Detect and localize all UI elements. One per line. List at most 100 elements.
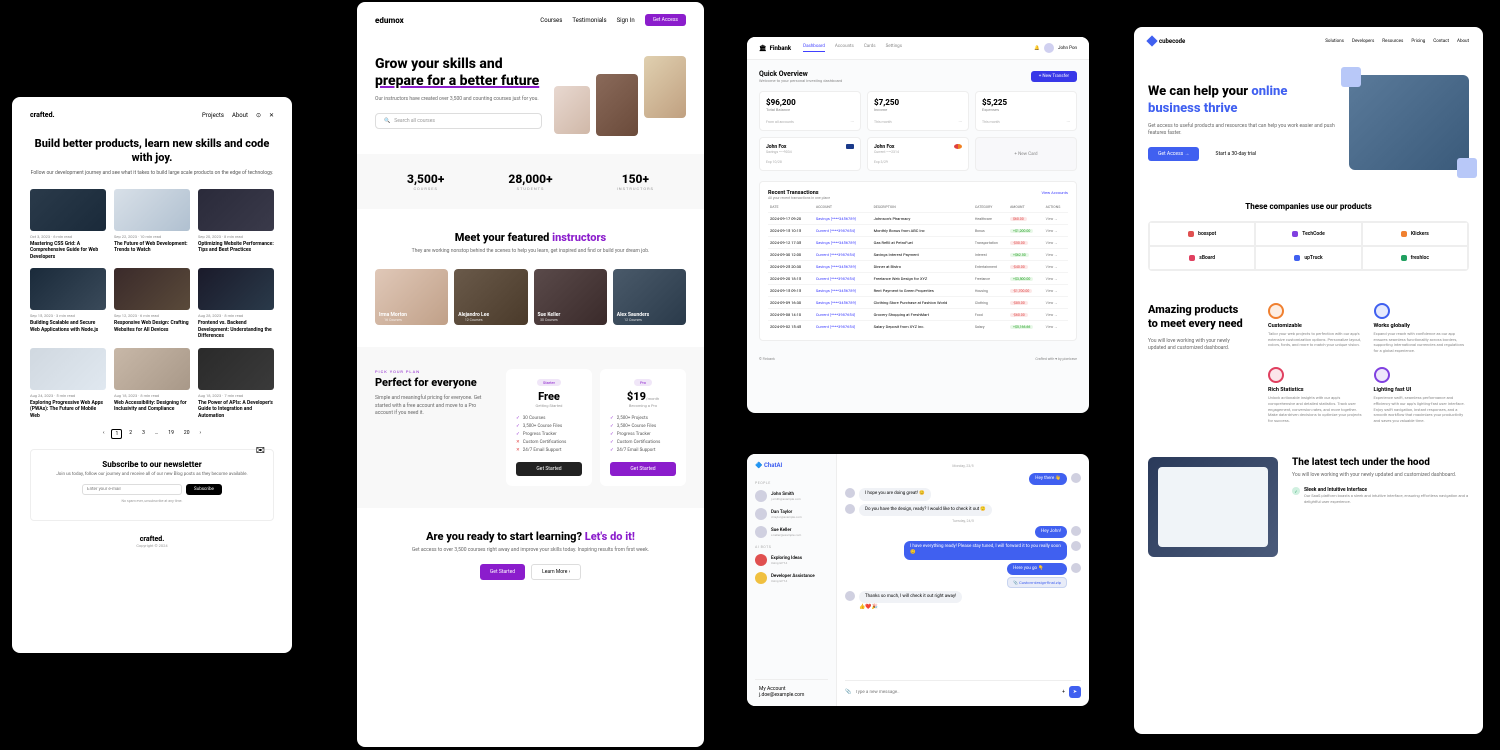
email-input[interactable] bbox=[82, 484, 182, 495]
nav-testimonials[interactable]: Testimonials bbox=[572, 17, 606, 24]
attachment[interactable]: 📎 Custom-design-final.zip bbox=[1007, 577, 1067, 588]
free-plan-button[interactable]: Get Started bbox=[516, 462, 582, 476]
post-title: Responsive Web Design: Crafting Websites… bbox=[114, 320, 190, 333]
nav-projects[interactable]: Projects bbox=[202, 112, 224, 119]
nav-link[interactable]: Resources bbox=[1382, 39, 1403, 44]
search-input[interactable]: 🔍Search all courses bbox=[375, 113, 542, 129]
nav-courses[interactable]: Courses bbox=[540, 17, 562, 24]
nav-link[interactable]: Contact bbox=[1433, 39, 1449, 44]
instructors-sub: They are working nonstop behind the scen… bbox=[375, 248, 686, 255]
nav-signin[interactable]: Sign In bbox=[617, 17, 635, 24]
new-card-button[interactable]: + New Card bbox=[975, 137, 1077, 171]
message: Do you have the design, ready? I would l… bbox=[845, 504, 1022, 516]
tab-settings[interactable]: Settings bbox=[886, 44, 902, 52]
subscribe-button[interactable]: Subscribe bbox=[186, 484, 222, 495]
instructor-card[interactable]: Alex Saunders12 Courses bbox=[613, 269, 686, 325]
blog-post[interactable]: Aug 18, 2023 · 8 min readWeb Accessibili… bbox=[114, 348, 190, 420]
newsletter-desc: Join us today, follow our journey and re… bbox=[41, 472, 263, 478]
page-link[interactable]: 2 bbox=[126, 429, 135, 439]
attach-icon[interactable]: 📎 bbox=[845, 689, 851, 695]
blog-post[interactable]: Aug 24, 2023 · 5 min readExploring Progr… bbox=[30, 348, 106, 420]
get-access-button[interactable]: Get Access → bbox=[1148, 147, 1199, 161]
edumax-logo[interactable]: edumox bbox=[375, 16, 404, 25]
blog-post[interactable]: Sep 20, 2023 · 8 min readOptimizing Webs… bbox=[198, 189, 274, 261]
table-row: 2024-09-20 18:15Current (****3987654)Fre… bbox=[768, 273, 1068, 285]
message: Thanks so much, I will check it out righ… bbox=[845, 591, 1022, 610]
view-link[interactable]: View → bbox=[1044, 249, 1068, 261]
chat-logo[interactable]: 🔷 ChatAI bbox=[755, 462, 828, 469]
nav-link[interactable]: Pricing bbox=[1411, 39, 1425, 44]
reactions[interactable]: 👍❤️🎉 bbox=[859, 604, 962, 610]
user-menu[interactable]: 🔔John Pon bbox=[1034, 43, 1077, 53]
post-meta: Oct 3, 2023 · 6 min read bbox=[30, 234, 106, 239]
cta-primary-button[interactable]: Get Started bbox=[480, 564, 525, 580]
page-link[interactable]: ‹ bbox=[100, 429, 108, 439]
plus-icon[interactable]: + bbox=[1062, 689, 1065, 695]
pro-plan: Pro $19/month Becoming a Pro ✓2,500+ Pro… bbox=[600, 369, 686, 486]
page-link[interactable]: 3 bbox=[139, 429, 148, 439]
page-link[interactable]: 20 bbox=[181, 429, 193, 439]
bell-icon[interactable]: 🔔 bbox=[1034, 46, 1040, 51]
trial-button[interactable]: Start a 30-day trial bbox=[1205, 147, 1266, 161]
tab-dashboard[interactable]: Dashboard bbox=[803, 44, 825, 52]
view-link[interactable]: View → bbox=[1044, 285, 1068, 297]
account-card[interactable]: John FoxSavings ••••9034Exp 10/28 bbox=[759, 137, 861, 171]
blog-post[interactable]: Aug 28, 2023 · 8 min readFrontend vs. Ba… bbox=[198, 268, 274, 340]
view-accounts-link[interactable]: View Accounts bbox=[1041, 190, 1068, 200]
features-title: Amazing products to meet every need bbox=[1148, 303, 1248, 332]
instructor-card[interactable]: Irma Morton16 Courses bbox=[375, 269, 448, 325]
crafted-blog-card: crafted. Projects About ⊙ ✕ Build better… bbox=[12, 97, 292, 653]
nav-link[interactable]: Solutions bbox=[1325, 39, 1344, 44]
view-link[interactable]: View → bbox=[1044, 273, 1068, 285]
view-link[interactable]: View → bbox=[1044, 237, 1068, 249]
blog-post[interactable]: Sep 22, 2023 · 10 min readThe Future of … bbox=[114, 189, 190, 261]
nav-link[interactable]: About bbox=[1457, 39, 1469, 44]
tab-accounts[interactable]: Accounts bbox=[835, 44, 854, 52]
card-brand-icon bbox=[954, 144, 962, 149]
message-input[interactable] bbox=[855, 690, 1058, 695]
instructor-card[interactable]: Alejandro Lee12 Courses bbox=[454, 269, 527, 325]
blog-post[interactable]: Aug 18, 2023 · 7 min readThe Power of AP… bbox=[198, 348, 274, 420]
github-icon[interactable]: ⊙ bbox=[256, 112, 261, 119]
view-link[interactable]: View → bbox=[1044, 321, 1068, 333]
page-link[interactable]: 1 bbox=[111, 429, 122, 439]
blog-post[interactable]: Sep 12, 2023 · 6 min readResponsive Web … bbox=[114, 268, 190, 340]
feature: CustomizableTailor your web projects to … bbox=[1268, 303, 1364, 353]
page-link[interactable]: 19 bbox=[165, 429, 177, 439]
instructors-title: Meet your featured instructors bbox=[375, 231, 686, 244]
page-link[interactable]: › bbox=[197, 429, 205, 439]
bot-item[interactable]: Developer AssistanceUsing GPT-4 bbox=[755, 569, 828, 587]
post-image bbox=[30, 189, 106, 231]
nav-link[interactable]: Developers bbox=[1352, 39, 1374, 44]
view-link[interactable]: View → bbox=[1044, 225, 1068, 237]
crafted-subtitle: Follow our development journey and see w… bbox=[30, 170, 274, 177]
person-item[interactable]: Sue Kellers.keller@example.com bbox=[755, 523, 828, 541]
crafted-logo[interactable]: crafted. bbox=[30, 111, 55, 119]
get-access-button[interactable]: Get Access bbox=[645, 14, 686, 26]
instructor-card[interactable]: Sue Keller30 Courses bbox=[534, 269, 607, 325]
post-title: Exploring Progressive Web Apps (PWAs): T… bbox=[30, 400, 106, 420]
person-item[interactable]: John Smithj.smith@example.com bbox=[755, 487, 828, 505]
my-account[interactable]: My Accountj.doe@example.com bbox=[755, 679, 828, 698]
table-row: 2024-09-15 10:15Current (****3987654)Mon… bbox=[768, 225, 1068, 237]
view-link[interactable]: View → bbox=[1044, 213, 1068, 225]
account-card[interactable]: John FoxCurrent ••••2314Exp 3/29 bbox=[867, 137, 969, 171]
person-item[interactable]: Dan Taylord.taylor@example.com bbox=[755, 505, 828, 523]
view-link[interactable]: View → bbox=[1044, 309, 1068, 321]
view-link[interactable]: View → bbox=[1044, 297, 1068, 309]
send-button[interactable]: ➤ bbox=[1069, 686, 1081, 698]
pro-plan-button[interactable]: Get Started bbox=[610, 462, 676, 476]
view-link[interactable]: View → bbox=[1044, 261, 1068, 273]
blog-post[interactable]: Sep 15, 2023 · 3 min readBuilding Scalab… bbox=[30, 268, 106, 340]
cube-logo[interactable]: cubecode bbox=[1148, 37, 1185, 45]
tab-cards[interactable]: Cards bbox=[864, 44, 876, 52]
nav-about[interactable]: About bbox=[232, 112, 248, 119]
new-transfer-button[interactable]: + New Transfer bbox=[1031, 71, 1077, 82]
finbank-logo[interactable]: 🏛 Finbank bbox=[759, 45, 791, 52]
page-link[interactable]: … bbox=[152, 429, 161, 439]
blog-post[interactable]: Oct 3, 2023 · 6 min readMastering CSS Gr… bbox=[30, 189, 106, 261]
bot-item[interactable]: Exploring IdeasUsing GPT-4 bbox=[755, 551, 828, 569]
cta-secondary-button[interactable]: Learn More › bbox=[531, 564, 581, 580]
x-icon[interactable]: ✕ bbox=[269, 112, 274, 119]
post-title: Building Scalable and Secure Web Applica… bbox=[30, 320, 106, 333]
